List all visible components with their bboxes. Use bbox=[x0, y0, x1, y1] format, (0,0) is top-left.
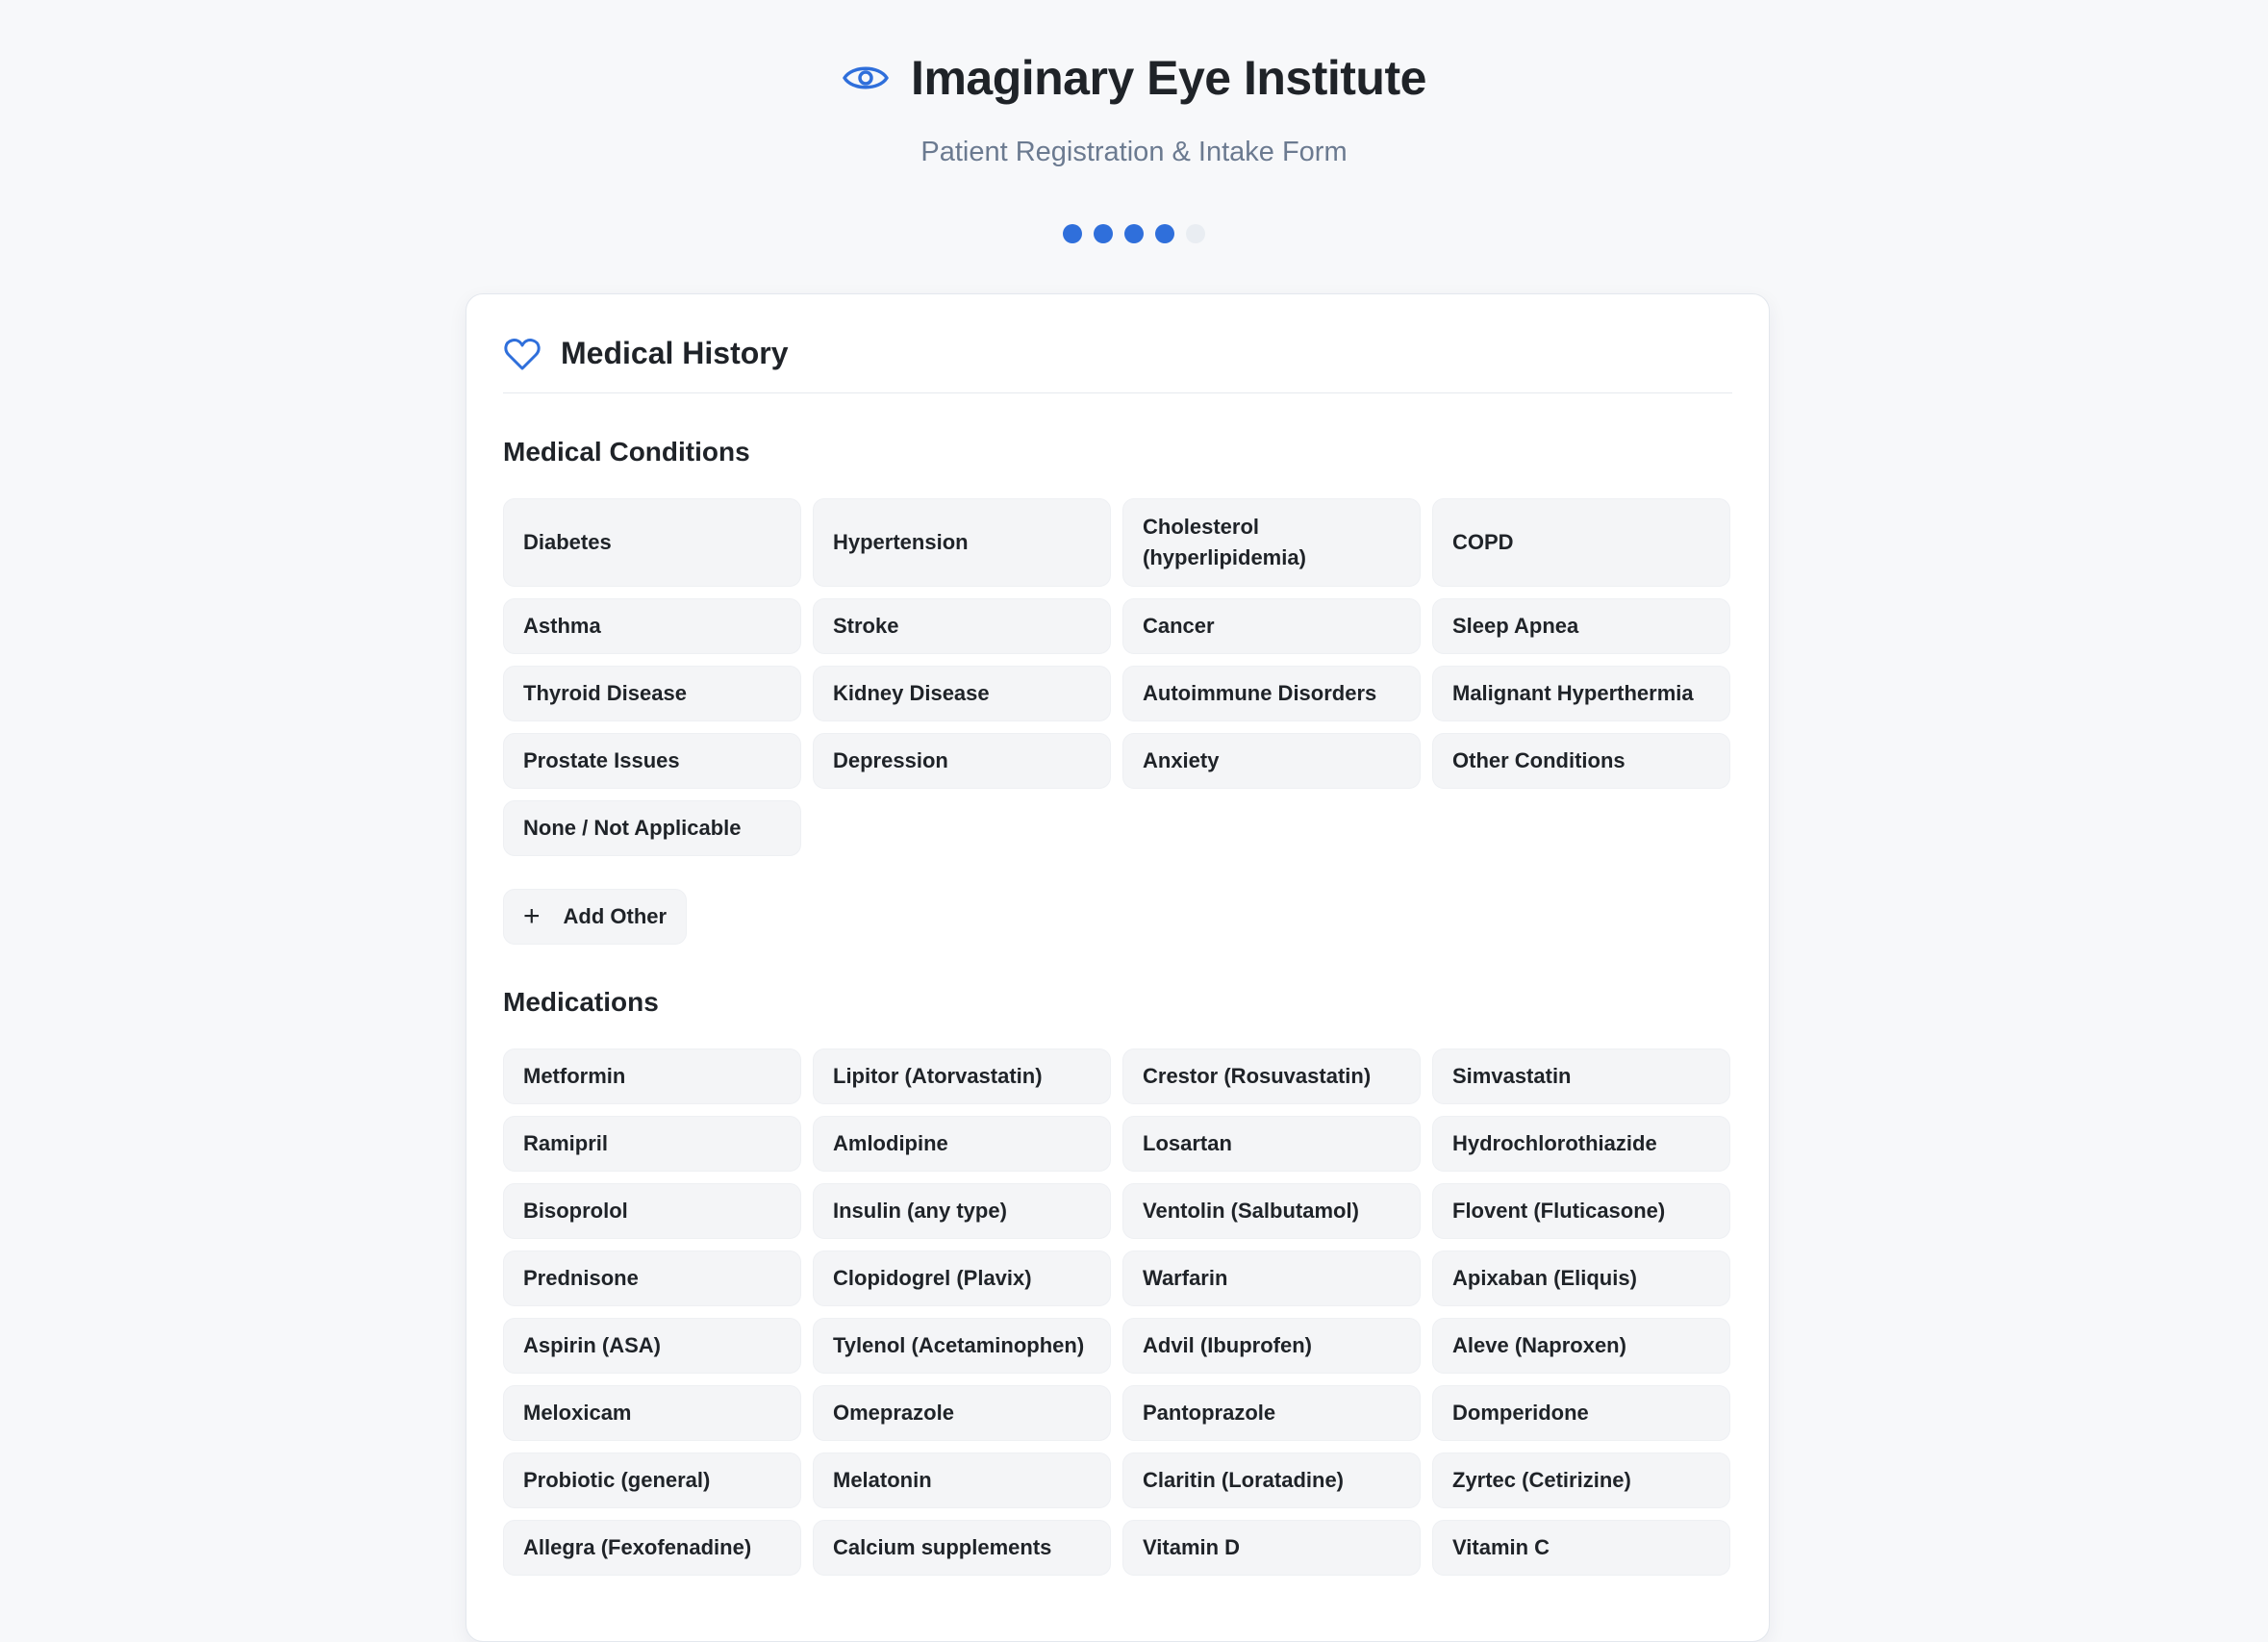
medication-option[interactable]: Flovent (Fluticasone) bbox=[1432, 1183, 1730, 1239]
page-subtitle: Patient Registration & Intake Form bbox=[920, 137, 1348, 167]
medication-option[interactable]: Meloxicam bbox=[503, 1385, 801, 1441]
medication-option[interactable]: Advil (Ibuprofen) bbox=[1122, 1318, 1421, 1374]
condition-option[interactable]: Cholesterol (hyperlipidemia) bbox=[1122, 498, 1421, 587]
condition-option[interactable]: Stroke bbox=[813, 598, 1111, 654]
medication-option[interactable]: Probiotic (general) bbox=[503, 1453, 801, 1508]
medication-option[interactable]: Lipitor (Atorvastatin) bbox=[813, 1048, 1111, 1104]
medication-option[interactable]: Calcium supplements bbox=[813, 1520, 1111, 1576]
conditions-grid: Diabetes Hypertension Cholesterol (hyperli… bbox=[503, 498, 1732, 856]
medication-option[interactable]: Aspirin (ASA) bbox=[503, 1318, 801, 1374]
condition-option[interactable]: Prostate Issues bbox=[503, 733, 801, 789]
progress-step-dot bbox=[1155, 224, 1174, 243]
medication-option[interactable]: Allegra (Fexofenadine) bbox=[503, 1520, 801, 1576]
medication-option[interactable]: Prednisone bbox=[503, 1250, 801, 1306]
condition-option[interactable]: None / Not Applicable bbox=[503, 800, 801, 856]
condition-option[interactable]: Diabetes bbox=[503, 498, 801, 587]
condition-option[interactable]: Other Conditions bbox=[1432, 733, 1730, 789]
condition-option[interactable]: Depression bbox=[813, 733, 1111, 789]
medication-option[interactable]: Apixaban (Eliquis) bbox=[1432, 1250, 1730, 1306]
condition-option[interactable]: Cancer bbox=[1122, 598, 1421, 654]
section-title: Medical History bbox=[561, 336, 789, 370]
medication-option[interactable]: Simvastatin bbox=[1432, 1048, 1730, 1104]
medication-option[interactable]: Melatonin bbox=[813, 1453, 1111, 1508]
eye-icon bbox=[842, 54, 890, 102]
medication-option[interactable]: Claritin (Loratadine) bbox=[1122, 1453, 1421, 1508]
medication-option[interactable]: Losartan bbox=[1122, 1116, 1421, 1172]
medication-option[interactable]: Metformin bbox=[503, 1048, 801, 1104]
medication-option[interactable]: Pantoprazole bbox=[1122, 1385, 1421, 1441]
add-other-button[interactable]: + Add Other bbox=[503, 889, 688, 945]
medication-option[interactable]: Vitamin D bbox=[1122, 1520, 1421, 1576]
progress-step-dot bbox=[1124, 224, 1144, 243]
condition-option[interactable]: Malignant Hyperthermia bbox=[1432, 666, 1730, 721]
condition-option[interactable]: Kidney Disease bbox=[813, 666, 1111, 721]
medication-option[interactable]: Hydrochlorothiazide bbox=[1432, 1116, 1730, 1172]
medication-option[interactable]: Vitamin C bbox=[1432, 1520, 1730, 1576]
progress-step-dot bbox=[1186, 224, 1205, 243]
conditions-title: Medical Conditions bbox=[503, 437, 750, 467]
medication-option[interactable]: Bisoprolol bbox=[503, 1183, 801, 1239]
condition-option[interactable]: Hypertension bbox=[813, 498, 1111, 587]
plus-icon: + bbox=[523, 900, 541, 932]
medications-title: Medications bbox=[503, 987, 659, 1017]
medication-option[interactable]: Crestor (Rosuvastatin) bbox=[1122, 1048, 1421, 1104]
condition-option[interactable]: Asthma bbox=[503, 598, 801, 654]
medication-option[interactable]: Zyrtec (Cetirizine) bbox=[1432, 1453, 1730, 1508]
medication-option[interactable]: Aleve (Naproxen) bbox=[1432, 1318, 1730, 1374]
condition-option[interactable]: Thyroid Disease bbox=[503, 666, 801, 721]
medications-grid: Metformin Lipitor (Atorvastatin) Crestor (… bbox=[503, 1048, 1732, 1576]
add-other-label: Add Other bbox=[563, 904, 668, 928]
medication-option[interactable]: Warfarin bbox=[1122, 1250, 1421, 1306]
condition-option[interactable]: Anxiety bbox=[1122, 733, 1421, 789]
medication-option[interactable]: Amlodipine bbox=[813, 1116, 1111, 1172]
progress-step-dot bbox=[1094, 224, 1113, 243]
medication-option[interactable]: Insulin (any type) bbox=[813, 1183, 1111, 1239]
progress-step-dot bbox=[1063, 224, 1082, 243]
title-row: Imaginary Eye Institute bbox=[0, 50, 2268, 106]
section-header: Medical History bbox=[503, 333, 1732, 393]
form-card: Medical History Medical Conditions Diabe… bbox=[466, 293, 1770, 1642]
heart-icon bbox=[503, 335, 542, 373]
page-title: Imaginary Eye Institute bbox=[911, 51, 1426, 105]
condition-option[interactable]: Sleep Apnea bbox=[1432, 598, 1730, 654]
medication-option[interactable]: Tylenol (Acetaminophen) bbox=[813, 1318, 1111, 1374]
progress-steps bbox=[0, 224, 2268, 243]
medication-option[interactable]: Omeprazole bbox=[813, 1385, 1111, 1441]
medication-option[interactable]: Domperidone bbox=[1432, 1385, 1730, 1441]
medication-option[interactable]: Clopidogrel (Plavix) bbox=[813, 1250, 1111, 1306]
condition-option[interactable]: COPD bbox=[1432, 498, 1730, 587]
condition-option[interactable]: Autoimmune Disorders bbox=[1122, 666, 1421, 721]
medication-option[interactable]: Ventolin (Salbutamol) bbox=[1122, 1183, 1421, 1239]
medication-option[interactable]: Ramipril bbox=[503, 1116, 801, 1172]
